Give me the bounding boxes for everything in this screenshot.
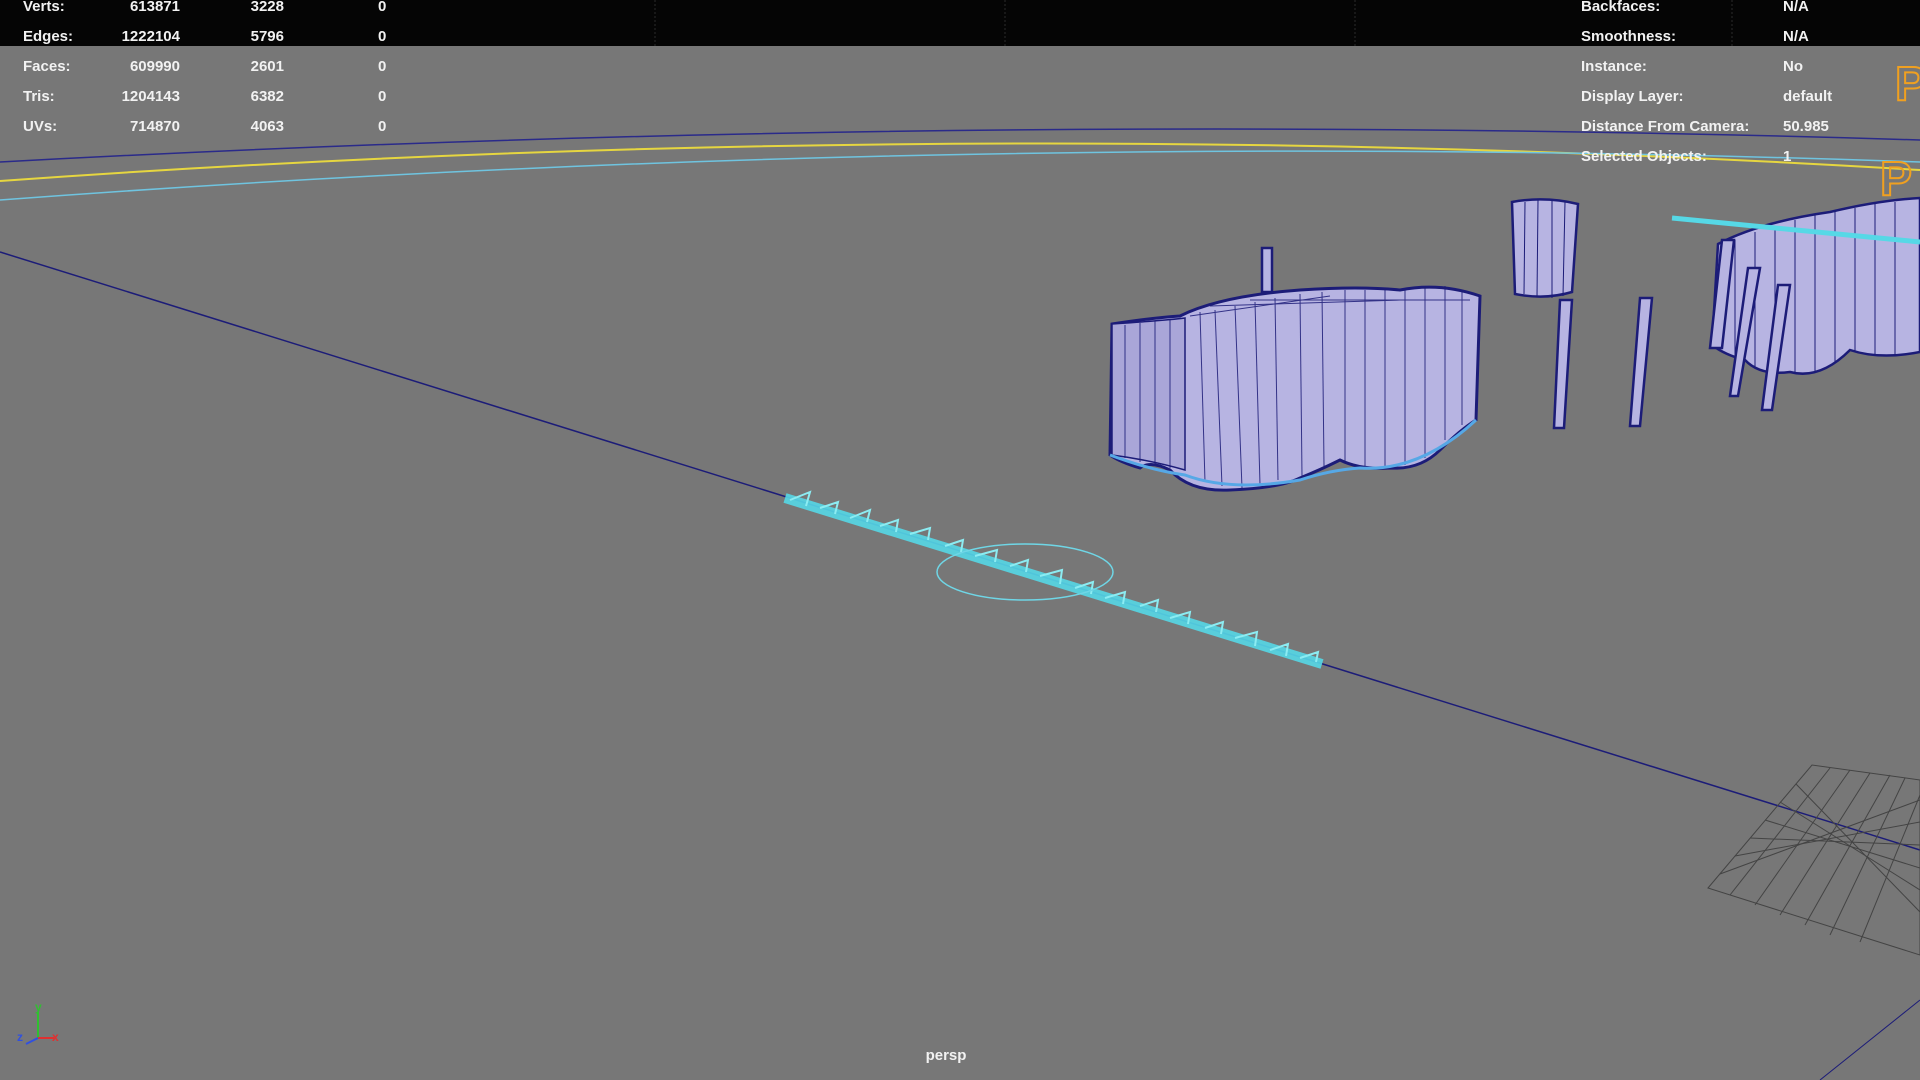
stat-value-selected: 2601 bbox=[250, 58, 284, 75]
info-label: Selected Objects: bbox=[1581, 148, 1707, 165]
info-row-backfaces: Backfaces: N/A bbox=[1581, 0, 1911, 22]
stat-label: Edges: bbox=[23, 28, 74, 45]
stat-value-scene: 1204143 bbox=[121, 88, 180, 105]
stat-value-components: 0 bbox=[378, 28, 387, 45]
info-row-distance-from-camera: Distance From Camera: 50.985 bbox=[1581, 112, 1911, 142]
stat-value-scene: 609990 bbox=[129, 58, 180, 75]
stat-row-faces: Faces: 609990 2601 0 bbox=[0, 52, 420, 82]
viewport-persp[interactable]: P P Verts: 613871 3228 0 Edges: 1222104 … bbox=[0, 0, 1920, 1080]
stat-value-scene: 714870 bbox=[129, 118, 180, 135]
info-value: 50.985 bbox=[1783, 118, 1829, 135]
axis-z-label: z bbox=[17, 1030, 23, 1044]
stat-row-edges: Edges: 1222104 5796 0 bbox=[0, 22, 420, 52]
camera-name-label: persp bbox=[925, 1047, 967, 1064]
stat-row-verts: Verts: 613871 3228 0 bbox=[0, 0, 420, 22]
info-row-display-layer: Display Layer: default bbox=[1581, 82, 1911, 112]
stat-row-tris: Tris: 1204143 6382 0 bbox=[0, 82, 420, 112]
info-label: Distance From Camera: bbox=[1581, 118, 1750, 135]
axis-x-label: x bbox=[52, 1030, 59, 1044]
info-label: Instance: bbox=[1581, 58, 1647, 75]
poly-count-hud: Verts: 613871 3228 0 Edges: 1222104 5796… bbox=[0, 0, 420, 142]
stat-value-selected: 3228 bbox=[250, 0, 284, 15]
stat-row-uvs: UVs: 714870 4063 0 bbox=[0, 112, 420, 142]
ground-axis-line-2 bbox=[1819, 999, 1920, 1080]
stat-value-components: 0 bbox=[378, 88, 387, 105]
stat-value-scene: 613871 bbox=[129, 0, 180, 15]
info-value: No bbox=[1783, 58, 1803, 75]
stat-value-components: 0 bbox=[378, 58, 387, 75]
info-label: Smoothness: bbox=[1581, 28, 1677, 45]
info-row-instance: Instance: No bbox=[1581, 52, 1911, 82]
selected-text-mesh bbox=[783, 490, 1324, 669]
info-value: default bbox=[1783, 88, 1833, 105]
info-label: Display Layer: bbox=[1581, 88, 1684, 105]
stat-value-selected: 4063 bbox=[250, 118, 284, 135]
stat-value-components: 0 bbox=[378, 0, 387, 15]
stat-label: UVs: bbox=[23, 118, 58, 135]
stat-label: Verts: bbox=[23, 0, 65, 15]
mesh-main-block bbox=[1108, 285, 1482, 492]
info-value: 1 bbox=[1783, 148, 1792, 165]
stat-value-selected: 6382 bbox=[250, 88, 284, 105]
stat-value-scene: 1222104 bbox=[121, 28, 180, 45]
axis-gizmo-icon: y x z bbox=[16, 1000, 68, 1052]
stat-value-components: 0 bbox=[378, 118, 387, 135]
info-value: N/A bbox=[1783, 0, 1809, 15]
stat-label: Faces: bbox=[23, 58, 71, 75]
stat-label: Tris: bbox=[23, 88, 55, 105]
info-value: N/A bbox=[1783, 28, 1809, 45]
info-row-selected-objects: Selected Objects: 1 bbox=[1581, 142, 1911, 172]
stat-value-selected: 5796 bbox=[250, 28, 284, 45]
axis-y-label: y bbox=[35, 1000, 42, 1014]
info-label: Backfaces: bbox=[1581, 0, 1661, 15]
info-row-smoothness: Smoothness: N/A bbox=[1581, 22, 1911, 52]
object-info-hud: Backfaces: N/A Smoothness: N/A Instance:… bbox=[1581, 0, 1911, 172]
